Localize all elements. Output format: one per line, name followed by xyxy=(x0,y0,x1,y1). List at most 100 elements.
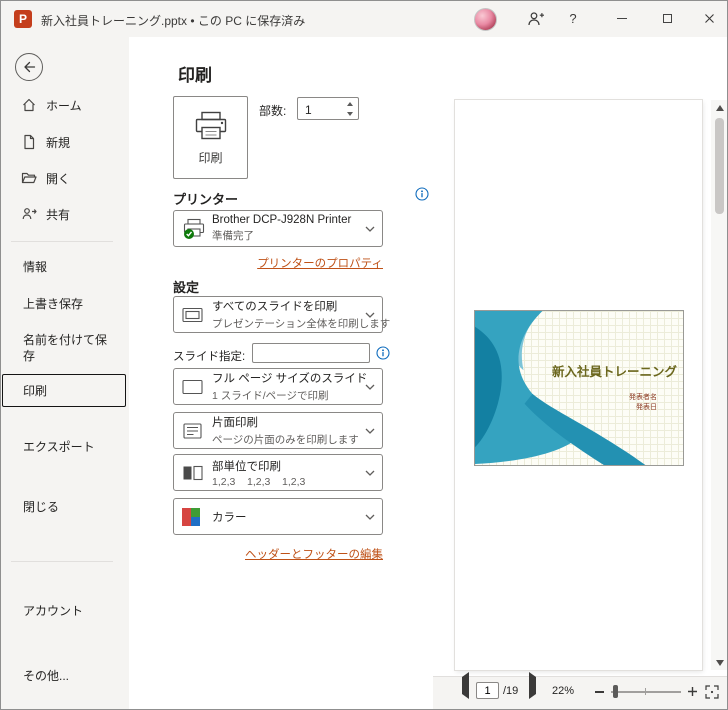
slide-thumbnail: 新入社員トレーニング 発表者名 発表日 xyxy=(474,310,684,466)
printer-dropdown[interactable]: Brother DCP-J928N Printer 準備完了 xyxy=(173,210,383,247)
minimize-button[interactable] xyxy=(599,1,644,36)
sidebar-divider xyxy=(11,241,113,242)
chevron-down-icon xyxy=(365,428,375,434)
printer-status: 準備完了 xyxy=(212,230,254,242)
chevron-down-icon xyxy=(365,384,375,390)
printer-ready-icon xyxy=(182,218,212,240)
print-button-label: 印刷 xyxy=(198,150,223,165)
spinner-up-icon xyxy=(346,101,353,106)
sidebar-item-account[interactable]: アカウント xyxy=(23,603,83,619)
copies-label: 部数: xyxy=(259,104,287,118)
collated-pages-icon xyxy=(182,465,212,481)
fit-to-window-button[interactable] xyxy=(705,685,719,699)
sidebar-item-label: ホーム xyxy=(46,98,82,113)
minimize-icon xyxy=(616,17,627,20)
zoom-slider-thumb[interactable] xyxy=(613,685,618,698)
slide-subtitle: 発表者名 発表日 xyxy=(629,393,657,413)
slide-title: 新入社員トレーニング xyxy=(551,365,677,379)
person-icon[interactable] xyxy=(519,1,553,36)
spinner-down-icon xyxy=(346,111,353,116)
window-title: 新入社員トレーニング.pptx • この PC に保存済み xyxy=(41,14,306,28)
scroll-up-button[interactable] xyxy=(711,100,727,115)
sidebar-item-more[interactable]: その他... xyxy=(23,668,69,684)
backstage-sidebar: ホーム 新規 開く 共有 情報 上書き保存 名前を付けて保存 印刷 エクスポート… xyxy=(1,37,129,709)
sidebar-divider xyxy=(11,561,113,562)
slide-range-input[interactable] xyxy=(252,343,370,363)
option-title: カラー xyxy=(212,511,247,524)
option-title: 部単位で印刷 xyxy=(212,460,281,473)
sidebar-item-save-as[interactable]: 名前を付けて保存 xyxy=(23,332,111,364)
print-button[interactable]: 印刷 xyxy=(173,96,248,179)
printer-properties-link[interactable]: プリンターのプロパティ xyxy=(173,255,383,271)
option-subtitle: プレゼンテーション全体を印刷します xyxy=(212,318,391,330)
slide-wave-graphic-icon xyxy=(475,311,646,465)
scrollbar-thumb[interactable] xyxy=(715,118,724,214)
copies-decrement-button[interactable] xyxy=(342,109,357,118)
sidebar-item-export[interactable]: エクスポート xyxy=(23,439,95,455)
zoom-slider-track[interactable] xyxy=(611,691,681,693)
maximize-icon xyxy=(663,14,672,23)
zoom-in-button[interactable] xyxy=(687,686,698,697)
slide-date: 発表日 xyxy=(636,404,657,411)
header-footer-link[interactable]: ヘッダーとフッターの編集 xyxy=(173,546,383,562)
scroll-down-button[interactable] xyxy=(711,655,727,670)
user-avatar[interactable] xyxy=(474,8,497,31)
printer-icon xyxy=(195,111,226,139)
current-page-input[interactable] xyxy=(476,682,499,699)
open-folder-icon xyxy=(21,170,37,186)
powerpoint-backstage-window: P 新入社員トレーニング.pptx • この PC に保存済み ? ホーム 新規… xyxy=(0,0,728,710)
sidebar-item-share[interactable]: 共有 xyxy=(1,199,129,229)
help-button[interactable]: ? xyxy=(557,1,589,36)
plus-icon xyxy=(688,687,697,696)
sidebar-item-label: 新規 xyxy=(46,135,71,150)
option-subtitle: 1 スライド/ページで印刷 xyxy=(212,390,329,402)
sidebar-item-new[interactable]: 新規 xyxy=(1,127,129,157)
home-icon xyxy=(21,97,37,113)
zoom-slider-tick xyxy=(645,688,646,695)
sidebar-item-home[interactable]: ホーム xyxy=(1,90,129,120)
titlebar: P 新入社員トレーニング.pptx • この PC に保存済み ? xyxy=(1,1,727,37)
duplex-dropdown[interactable]: 片面印刷 ページの片面のみを印刷します xyxy=(173,412,383,449)
color-dropdown[interactable]: カラー xyxy=(173,498,383,535)
zoom-out-button[interactable] xyxy=(595,691,604,693)
printer-info-icon[interactable] xyxy=(415,187,429,201)
next-page-icon xyxy=(529,672,536,699)
close-button[interactable] xyxy=(690,1,727,36)
back-button[interactable] xyxy=(15,53,43,81)
share-person-icon xyxy=(21,206,37,222)
page-total-label: /19 xyxy=(503,685,519,697)
collation-dropdown[interactable]: 部単位で印刷 1,2,3 1,2,3 1,2,3 xyxy=(173,454,383,491)
chevron-down-icon xyxy=(365,470,375,476)
chevron-down-icon xyxy=(365,514,375,520)
slide-presenter: 発表者名 xyxy=(629,394,657,401)
sidebar-item-info[interactable]: 情報 xyxy=(23,259,47,275)
sidebar-item-close-file[interactable]: 閉じる xyxy=(23,499,59,515)
maximize-button[interactable] xyxy=(645,1,690,36)
sidebar-item-open[interactable]: 開く xyxy=(1,163,129,193)
sidebar-item-save[interactable]: 上書き保存 xyxy=(23,296,83,312)
printer-name: Brother DCP-J928N Printer xyxy=(212,214,352,226)
scroll-up-icon xyxy=(715,104,724,111)
sidebar-item-print[interactable]: 印刷 xyxy=(2,374,126,407)
close-icon xyxy=(704,14,714,23)
new-document-icon xyxy=(21,134,37,150)
sidebar-item-label: 共有 xyxy=(46,207,71,222)
full-page-slide-icon xyxy=(182,379,212,395)
option-subtitle: 1,2,3 1,2,3 1,2,3 xyxy=(212,475,306,488)
option-title: フル ページ サイズのスライド xyxy=(212,373,368,385)
print-range-dropdown[interactable]: すべてのスライドを印刷 プレゼンテーション全体を印刷します xyxy=(173,296,391,333)
printer-section-heading: プリンター xyxy=(173,192,239,207)
option-title: 片面印刷 xyxy=(212,417,258,429)
powerpoint-logo-icon[interactable]: P xyxy=(14,10,32,28)
scroll-down-icon xyxy=(715,659,724,666)
sidebar-item-label: 印刷 xyxy=(23,384,48,398)
preview-scrollbar[interactable] xyxy=(711,100,727,670)
copies-increment-button[interactable] xyxy=(342,99,357,108)
sidebar-item-label: 開く xyxy=(46,171,71,186)
slide-range-info-icon[interactable] xyxy=(376,346,390,360)
zoom-level-label[interactable]: 22% xyxy=(552,685,574,697)
slide-layout-dropdown[interactable]: フル ページ サイズのスライド 1 スライド/ページで印刷 xyxy=(173,368,383,405)
page-title: 印刷 xyxy=(178,66,212,85)
color-swatch-icon xyxy=(182,507,212,526)
chevron-down-icon xyxy=(365,226,375,232)
